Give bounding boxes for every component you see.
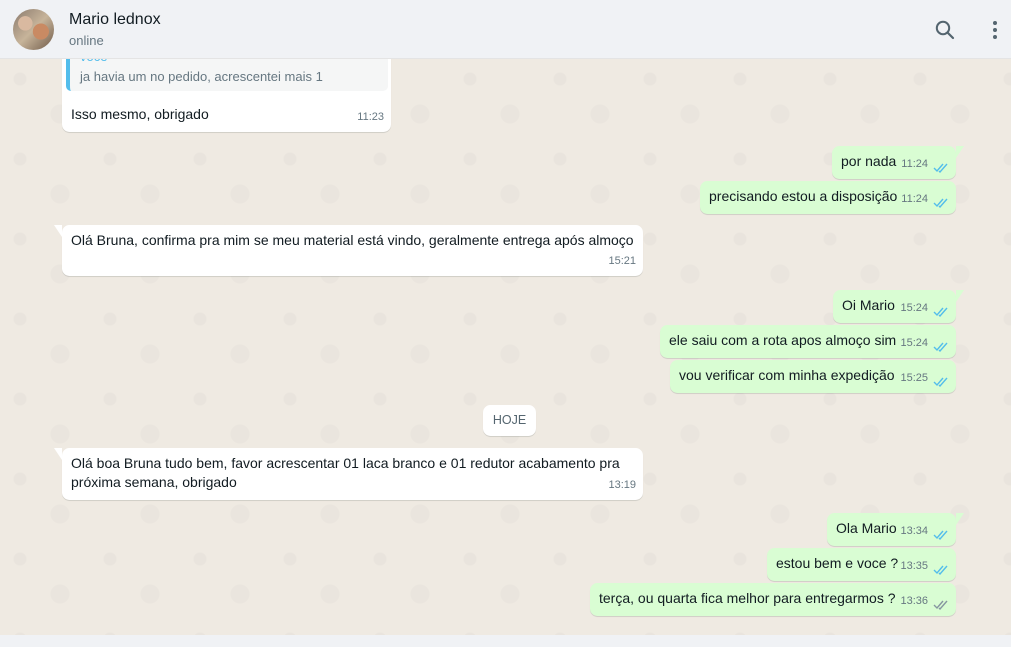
message-time: 15:21 xyxy=(608,255,636,267)
chat-header: Mario lednox online xyxy=(0,0,1011,59)
quoted-author: voce xyxy=(80,59,107,66)
outgoing-message[interactable]: precisando estou a disposição 11:24 xyxy=(700,181,956,214)
outgoing-message[interactable]: terça, ou quarta fica melhor para entreg… xyxy=(590,583,956,616)
outgoing-message[interactable]: por nada 11:24 xyxy=(832,146,964,179)
outgoing-message[interactable]: ele saiu com a rota apos almoço sim 15:2… xyxy=(660,325,956,358)
delivered-receipt-icon xyxy=(933,600,948,610)
contact-name[interactable]: Mario lednox xyxy=(69,11,161,29)
read-receipt-icon xyxy=(933,565,948,575)
incoming-message[interactable]: voce ja havia um no pedido, acrescentei … xyxy=(62,59,391,132)
message-text: estou bem e voce ? xyxy=(776,555,899,571)
message-text: precisando estou a disposição xyxy=(709,188,898,204)
incoming-message[interactable]: Olá Bruna, confirma pra mim se meu mater… xyxy=(54,225,643,276)
message-text: Oi Mario xyxy=(842,297,895,313)
more-vertical-icon[interactable] xyxy=(983,18,1007,42)
message-text: Ola Mario xyxy=(836,520,897,536)
message-text: Olá boa Bruna tudo bem, favor acrescenta… xyxy=(71,455,620,471)
message-time: 11:23 xyxy=(357,111,384,123)
search-icon[interactable] xyxy=(933,18,957,42)
composer-bar xyxy=(0,635,1011,647)
day-divider: HOJE xyxy=(483,405,536,436)
message-time: 15:24 xyxy=(900,337,928,349)
read-receipt-icon xyxy=(933,307,948,317)
message-time: 13:19 xyxy=(608,479,636,491)
quoted-text: ja havia um no pedido, acrescentei mais … xyxy=(80,69,323,84)
message-time: 15:25 xyxy=(900,372,928,384)
read-receipt-icon xyxy=(933,198,948,208)
read-receipt-icon xyxy=(933,530,948,540)
message-time: 13:34 xyxy=(900,525,928,537)
message-time: 13:35 xyxy=(900,560,928,572)
read-receipt-icon xyxy=(933,163,948,173)
outgoing-message[interactable]: Oi Mario 15:24 xyxy=(833,290,964,323)
contact-avatar[interactable] xyxy=(13,9,54,50)
message-list[interactable]: voce ja havia um no pedido, acrescentei … xyxy=(0,59,1011,635)
outgoing-message[interactable]: Ola Mario 13:34 xyxy=(827,513,964,546)
message-text: vou verificar com minha expedição xyxy=(679,367,895,383)
contact-status: online xyxy=(69,33,104,48)
message-time: 13:36 xyxy=(900,595,928,607)
message-text: ele saiu com a rota apos almoço sim xyxy=(669,332,897,348)
read-receipt-icon xyxy=(933,377,948,387)
message-text-line2: próxima semana, obrigado xyxy=(71,474,237,490)
quoted-message[interactable]: voce ja havia um no pedido, acrescentei … xyxy=(66,59,388,91)
outgoing-message[interactable]: estou bem e voce ? 13:35 xyxy=(767,548,956,581)
outgoing-message[interactable]: vou verificar com minha expedição 15:25 xyxy=(670,360,956,393)
message-text: Olá Bruna, confirma pra mim se meu mater… xyxy=(71,232,634,248)
message-text: por nada xyxy=(841,153,897,169)
message-text: terça, ou quarta fica melhor para entreg… xyxy=(599,590,896,606)
message-time: 11:24 xyxy=(901,158,928,170)
message-time: 15:24 xyxy=(900,302,928,314)
message-time: 11:24 xyxy=(901,193,928,205)
read-receipt-icon xyxy=(933,342,948,352)
incoming-message[interactable]: Olá boa Bruna tudo bem, favor acrescenta… xyxy=(54,448,643,500)
message-text: Isso mesmo, obrigado xyxy=(71,106,209,122)
